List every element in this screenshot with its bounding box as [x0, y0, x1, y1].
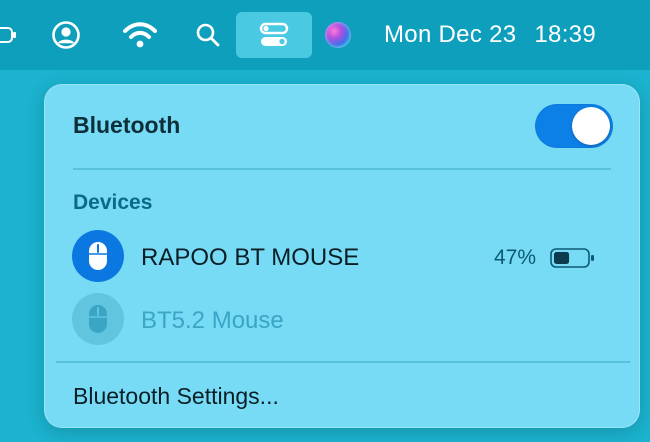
- devices-header: Devices: [73, 191, 153, 214]
- control-center-icon[interactable]: [236, 12, 312, 58]
- panel-title: Bluetooth: [73, 112, 181, 138]
- device-row-bt52[interactable]: BT5.2 Mouse: [72, 293, 612, 347]
- bluetooth-panel: Bluetooth Devices RAPOO BT MOUSE 47% BT5…: [44, 84, 640, 428]
- bluetooth-settings-link[interactable]: Bluetooth Settings...: [73, 383, 279, 410]
- menubar-clock[interactable]: Mon Dec 23 18:39: [384, 12, 596, 58]
- user-icon[interactable]: [46, 12, 86, 58]
- toggle-knob: [572, 107, 610, 145]
- mouse-icon: [72, 293, 124, 345]
- device-row-rapoo[interactable]: RAPOO BT MOUSE 47%: [72, 230, 612, 284]
- device-name: RAPOO BT MOUSE: [141, 244, 360, 271]
- search-icon[interactable]: [188, 12, 228, 58]
- clock-date: Mon Dec 23: [384, 21, 517, 48]
- bluetooth-toggle[interactable]: [535, 104, 613, 148]
- device-name: BT5.2 Mouse: [141, 307, 284, 334]
- divider: [56, 361, 630, 363]
- siri-icon[interactable]: [318, 12, 358, 58]
- menu-bar: Mon Dec 23 18:39: [0, 0, 650, 70]
- divider: [73, 168, 611, 170]
- battery-level-icon: [550, 247, 596, 274]
- wifi-icon[interactable]: [118, 12, 162, 58]
- mouse-icon: [72, 230, 124, 282]
- battery-icon[interactable]: [0, 12, 18, 58]
- clock-time: 18:39: [534, 21, 596, 48]
- battery-percent: 47%: [494, 246, 537, 269]
